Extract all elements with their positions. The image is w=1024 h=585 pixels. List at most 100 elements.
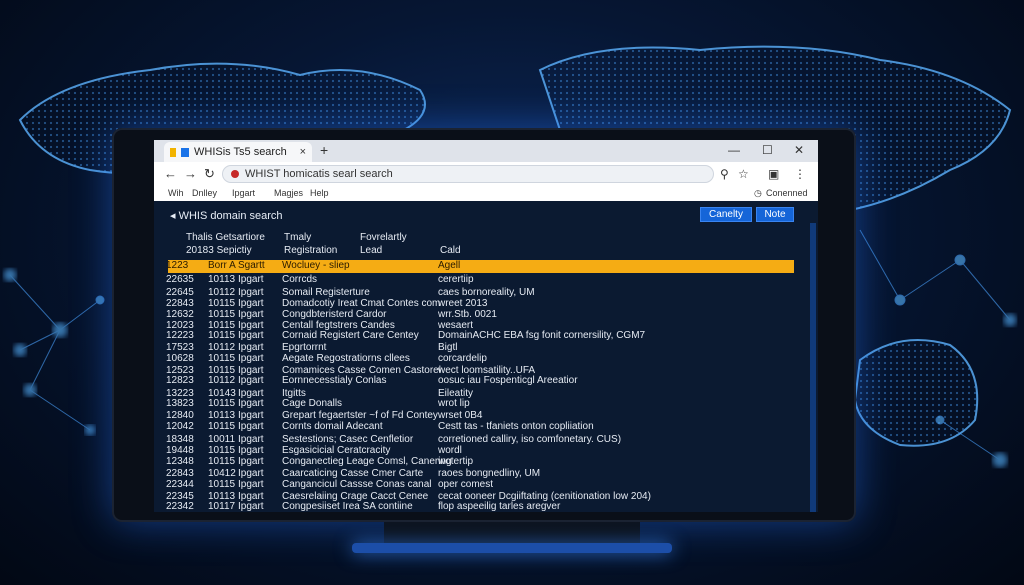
row-source: Ipgart: [238, 287, 264, 298]
row-date: 12823: [166, 375, 194, 386]
row-registrar: Congdbteristerd Cardor: [282, 309, 387, 320]
browser-toolbar: ← → ↻ WHIST homicatis searl search ⚲ ☆ ▣…: [154, 162, 818, 188]
plus-icon[interactable]: +: [320, 142, 328, 158]
row-source: Ipgart: [238, 501, 264, 512]
back-arrow-icon[interactable]: ←: [164, 166, 177, 181]
column-header: Registration: [284, 245, 338, 256]
canelty-button[interactable]: Canelty: [700, 207, 752, 222]
extension-icon[interactable]: ⚲: [720, 167, 729, 181]
row-date: 22843: [166, 468, 194, 479]
row-date: 22645: [166, 287, 194, 298]
minimize-icon[interactable]: —: [728, 143, 740, 157]
bookmark-item[interactable]: Help: [310, 188, 329, 198]
row-time: 10115: [208, 330, 236, 341]
column-header: 20183 Sepictiy: [186, 245, 252, 256]
row-time: 10115: [208, 298, 236, 309]
row-time: 10011: [208, 434, 236, 445]
whois-app: ◂ WHIS domain search Canelty Note Thalis…: [154, 201, 818, 512]
row-time: 10115: [208, 456, 236, 467]
table-row[interactable]: 12823 10112 Ipgart Eornnecesstialy Conlas oo…: [154, 375, 794, 388]
chevron-left-icon[interactable]: ◂: [170, 210, 179, 222]
note-button[interactable]: Note: [756, 207, 794, 222]
row-details: corretioned calliry, iso comfonetary. CU…: [438, 434, 622, 445]
profile-icon[interactable]: ▣: [768, 167, 779, 181]
column-header: Lead: [360, 245, 383, 256]
table-row[interactable]: 22635 10113 Ipgart Corrcds cerertiip: [154, 274, 794, 287]
row-registrar: Cage Donalls: [282, 398, 343, 409]
row-registrar: Corrcds: [282, 274, 318, 285]
status-connected: Conenned: [766, 188, 808, 198]
row-details: wotertip: [438, 456, 474, 467]
row-date: 17523: [166, 342, 194, 353]
bookmark-item[interactable]: Wih: [168, 188, 184, 198]
bookmark-item[interactable]: Ipgart: [232, 188, 255, 198]
table-row[interactable]: 22342 10117 Ipgart Congpesiiset Irea SA con…: [154, 501, 794, 512]
row-date: 12348: [166, 456, 194, 467]
row-details: caes bornoreality, UM: [438, 287, 535, 298]
row-registrar: Cornts domail Adecant: [282, 421, 383, 432]
row-time: 10112: [208, 342, 236, 353]
row-source: Ipgart: [238, 309, 264, 320]
row-source: Ipgart: [238, 445, 264, 456]
row-date: 22342: [166, 501, 194, 512]
row-registrar: Wocluey - sliep: [282, 260, 350, 271]
column-header: Thalis Getsartiore: [186, 232, 265, 243]
row-date: 22344: [166, 479, 194, 490]
row-date: 18348: [166, 434, 194, 445]
row-source: Ipgart: [238, 479, 264, 490]
scrollbar[interactable]: [810, 223, 816, 512]
tab-title: WHISis Ts5 search: [194, 146, 287, 158]
row-source: Ipgart: [238, 274, 264, 285]
page-title: ◂ WHIS domain search: [170, 210, 283, 222]
row-date: 12632: [166, 309, 194, 320]
clock-icon: ◷: [754, 188, 762, 198]
row-date: 12042: [166, 421, 194, 432]
row-source: Ipgart: [238, 330, 264, 341]
maximize-icon[interactable]: ☐: [762, 143, 773, 157]
row-source: Ipgart: [238, 410, 264, 421]
column-header: Cald: [440, 245, 461, 256]
row-time: 10113: [208, 274, 236, 285]
bookmark-item[interactable]: Magjes: [274, 188, 303, 198]
row-details: wrot lip: [438, 398, 470, 409]
reload-icon[interactable]: ↻: [204, 166, 215, 182]
row-time: 10115: [208, 479, 236, 490]
row-details: wreet 2013: [438, 298, 488, 309]
bookmarks-bar: Wih Dnlley Ipgart Magjes Help ◷ Conenned: [154, 187, 818, 201]
close-icon[interactable]: ×: [300, 146, 306, 158]
address-bar[interactable]: WHIST homicatis searl search: [222, 165, 714, 183]
row-registrar: Sestestions; Casec Cenfletior: [282, 434, 414, 445]
row-registrar: Domadcotiy Ireat Cmat Contes com: [282, 298, 441, 309]
row-details: Agell: [438, 260, 461, 271]
row-registrar: Cangancicul Cassse Conas canal: [282, 479, 432, 490]
lock-icon: [231, 170, 239, 178]
row-source: Ipgart: [238, 398, 264, 409]
row-time: 10117: [208, 501, 236, 512]
window-close-icon[interactable]: ✕: [794, 143, 804, 157]
row-date: 22635: [166, 274, 194, 285]
table-row[interactable]: 1223 Borr A Sgartt Wocluey - sliep Agell: [166, 260, 794, 273]
star-icon[interactable]: ☆: [738, 167, 749, 181]
bookmark-item[interactable]: Dnlley: [192, 188, 217, 198]
forward-arrow-icon[interactable]: →: [184, 166, 197, 181]
row-source: Ipgart: [238, 434, 264, 445]
row-details: corcardelip: [438, 353, 487, 364]
row-details: cerertiip: [438, 274, 474, 285]
column-header: Fovrelartly: [360, 232, 407, 243]
row-registrar: Somail Registerture: [282, 287, 370, 298]
row-registrar: Epgrtorrnt: [282, 342, 327, 353]
row-source: Ipgart: [238, 353, 264, 364]
favicon-icon: [170, 147, 176, 157]
table-row[interactable]: 12042 10115 Ipgart Cornts domail Adecant Ces…: [154, 421, 794, 434]
row-source: Ipgart: [238, 456, 264, 467]
row-date: 19448: [166, 445, 194, 456]
row-details: raoes bongnedliny, UM: [438, 468, 541, 479]
row-source: Ipgart: [238, 342, 264, 353]
row-time: 10115: [208, 353, 236, 364]
row-registrar: Aegate Regostratiorns cllees: [282, 353, 410, 364]
browser-tab[interactable]: WHISis Ts5 search ×: [164, 142, 312, 162]
menu-icon[interactable]: ⋮: [794, 167, 806, 181]
row-time: 10115: [208, 421, 236, 432]
row-date: 12223: [166, 330, 194, 341]
row-source: Sgartt: [238, 260, 265, 271]
